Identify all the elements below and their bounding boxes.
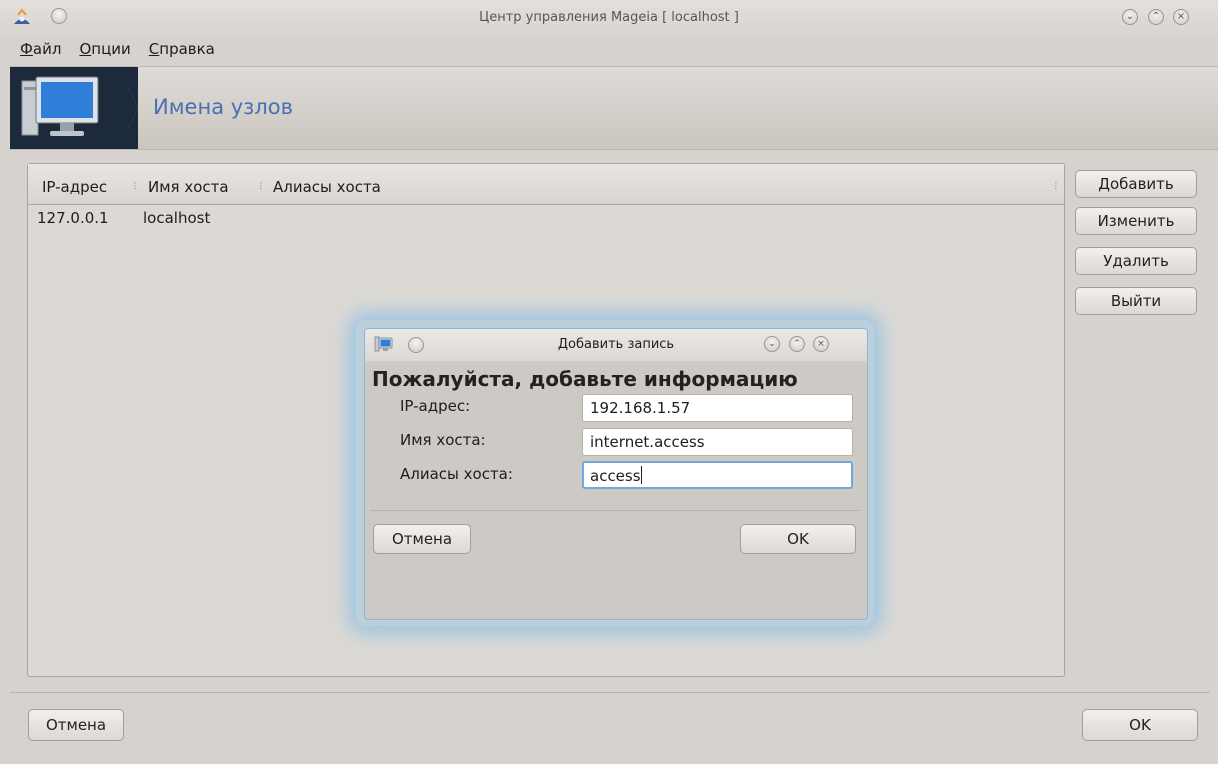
cancel-button[interactable]: Отмена	[28, 709, 124, 741]
cell-hostname: localhost	[143, 209, 211, 227]
text-caret	[640, 466, 642, 484]
column-ip[interactable]: IP-адрес	[42, 178, 107, 196]
column-separator: ⁝	[133, 179, 137, 193]
menubar: Файл Опции Справка	[10, 38, 224, 62]
hostname-field[interactable]: internet.access	[582, 428, 853, 456]
aliases-label: Алиасы хоста:	[400, 465, 513, 483]
menu-help[interactable]: Справка	[140, 38, 224, 62]
menu-options-label: пции	[91, 40, 131, 58]
header-banner: Имена узлов	[10, 66, 1218, 150]
quit-button[interactable]: Выйти	[1075, 287, 1197, 315]
menu-options[interactable]: Опции	[70, 38, 139, 62]
column-separator: ⁝	[1054, 179, 1058, 193]
menu-file-label: айл	[32, 40, 62, 58]
menu-file-accel: Ф	[20, 40, 33, 58]
column-hostname[interactable]: Имя хоста	[148, 178, 229, 196]
table-row[interactable]: 127.0.0.1 localhost	[28, 209, 1064, 231]
menu-options-accel: О	[79, 40, 92, 58]
dialog-titlebar[interactable]: Добавить запись ⌄ ⌃ ×	[365, 329, 867, 361]
add-button[interactable]: Добавить	[1075, 170, 1197, 198]
dialog-ok-button[interactable]: OK	[740, 524, 856, 554]
ip-field[interactable]: 192.168.1.57	[582, 394, 853, 422]
dialog-close-icon[interactable]: ×	[813, 336, 829, 352]
maximize-icon[interactable]: ⌃	[1148, 9, 1164, 25]
close-icon[interactable]: ×	[1173, 9, 1189, 25]
add-entry-dialog: Добавить запись ⌄ ⌃ × Пожалуйста, добавь…	[364, 328, 868, 620]
page-title: Имена узлов	[153, 95, 293, 119]
menu-help-label: правка	[159, 40, 215, 58]
dialog-minimize-icon[interactable]: ⌄	[764, 336, 780, 352]
ok-button[interactable]: OK	[1082, 709, 1198, 741]
aliases-field-value: access	[590, 467, 641, 485]
edit-button[interactable]: Изменить	[1075, 207, 1197, 235]
column-aliases[interactable]: Алиасы хоста	[273, 178, 381, 196]
aliases-field[interactable]: access	[582, 461, 853, 489]
footer-divider	[10, 692, 1210, 693]
menu-file[interactable]: Файл	[10, 38, 70, 62]
column-separator: ⁝	[259, 179, 263, 193]
window-titlebar[interactable]: Центр управления Mageia [ localhost ] ⌄ …	[0, 0, 1218, 36]
dialog-divider	[370, 510, 860, 511]
ip-label: IP-адрес:	[400, 397, 471, 415]
cell-ip: 127.0.0.1	[37, 209, 109, 227]
menu-help-accel: С	[148, 40, 160, 58]
window-title: Центр управления Mageia [ localhost ]	[479, 10, 739, 25]
dialog-heading: Пожалуйста, добавьте информацию	[372, 367, 798, 391]
delete-button[interactable]: Удалить	[1075, 247, 1197, 275]
table-header: IP-адрес ⁝ Имя хоста ⁝ Алиасы хоста ⁝	[28, 164, 1064, 205]
computer-monitor-icon	[10, 67, 138, 149]
dialog-maximize-icon[interactable]: ⌃	[789, 336, 805, 352]
minimize-icon[interactable]: ⌄	[1122, 9, 1138, 25]
hostname-label: Имя хоста:	[400, 431, 486, 449]
dialog-cancel-button[interactable]: Отмена	[373, 524, 471, 554]
